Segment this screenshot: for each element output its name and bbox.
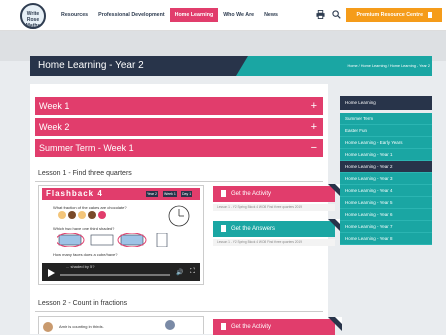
lesson-1-answers-subtitle: Lesson 1 - Y2 Spring Block 4 WO8 Find th… xyxy=(213,239,335,246)
activity-label: Get the Activity xyxy=(231,324,272,330)
page-title: Home Learning - Year 2 xyxy=(38,60,144,71)
sidebar-item-year-4[interactable]: Home Learning - Year 4 xyxy=(340,185,432,197)
tag-week: Week 1 xyxy=(163,191,177,197)
sidebar-heading[interactable]: Home Learning xyxy=(340,96,432,110)
answers-label: Get the Answers xyxy=(231,226,276,232)
lesson-1-title: Lesson 1 - Find three quarters xyxy=(38,170,132,177)
lesson-1-video[interactable]: Flashback 4 Year 2 Week 1 Day 1 What fra… xyxy=(38,185,204,285)
flashback-title: Flashback 4 xyxy=(46,189,103,198)
sidebar-item-year-3[interactable]: Home Learning - Year 3 xyxy=(340,173,432,185)
print-icon[interactable] xyxy=(316,10,325,19)
question-2: Which two have one third shaded? xyxy=(53,226,115,231)
tag-day: Day 1 xyxy=(181,191,193,197)
accordion-week-2[interactable]: Week 2 + xyxy=(35,118,323,136)
play-icon[interactable] xyxy=(46,268,56,278)
lesson-2-video[interactable]: Amir is counting in thirds. xyxy=(38,316,204,334)
breadcrumb[interactable]: Home / Home Learning / Home Learning - Y… xyxy=(347,56,430,76)
expand-icon: + xyxy=(310,121,317,133)
avatar xyxy=(43,322,53,332)
sidebar-item-easter-fun[interactable]: Easter Fun xyxy=(340,125,432,137)
main-content: Week 1 + Week 2 + Summer Term - Week 1 −… xyxy=(30,84,342,335)
nav-home-learning[interactable]: Home Learning xyxy=(169,8,219,22)
nav-who-we-are[interactable]: Who We Are xyxy=(218,8,259,22)
logo-line-3: Maths xyxy=(25,23,41,29)
shape-corner-icon xyxy=(328,317,342,331)
sidebar-item-summer-term[interactable]: Summer Term xyxy=(340,113,432,125)
fraction-shapes xyxy=(57,233,168,247)
lesson-2-get-activity-button[interactable]: Get the Activity xyxy=(213,319,335,335)
expand-icon: + xyxy=(310,100,317,112)
cakes-icon xyxy=(58,211,106,219)
character-icon xyxy=(165,320,175,330)
document-icon xyxy=(221,323,226,330)
flashback-header: Flashback 4 Year 2 Week 1 Day 1 xyxy=(42,188,200,200)
sidebar: Home Learning Summer Term Easter Fun Hom… xyxy=(340,96,432,245)
sidebar-item-year-8[interactable]: Home Learning - Year 8 xyxy=(340,233,432,245)
document-icon xyxy=(221,225,226,232)
lesson-2-thumb-text: Amir is counting in thirds. xyxy=(59,324,104,329)
lesson-1-activity-subtitle: Lesson 1 - Y2 Spring Block 4 WO8 Find th… xyxy=(213,204,335,211)
premium-resource-centre-button[interactable]: Premium Resource Centre xyxy=(346,8,442,22)
sidebar-item-year-5[interactable]: Home Learning - Year 5 xyxy=(340,197,432,209)
accordion-label: Week 2 xyxy=(39,122,70,132)
fullscreen-icon[interactable]: ⛶ xyxy=(190,268,195,276)
volume-icon[interactable]: 🔊 xyxy=(176,269,183,276)
divider xyxy=(35,311,323,312)
white-rose-maths-logo[interactable]: Write Rose Maths xyxy=(20,3,46,29)
divider xyxy=(35,181,323,182)
video-controls: ... shaded by 5? 🔊 ⛶ xyxy=(42,263,200,281)
accordion-summer-term-week-1[interactable]: Summer Term - Week 1 − xyxy=(35,139,323,157)
sidebar-item-year-7[interactable]: Home Learning - Year 7 xyxy=(340,221,432,233)
question-4: ... shaded by 5? xyxy=(66,264,95,269)
collapse-icon: − xyxy=(310,142,317,154)
nav-news[interactable]: News xyxy=(259,8,283,22)
accordion-week-1[interactable]: Week 1 + xyxy=(35,97,323,115)
accordion-label: Summer Term - Week 1 xyxy=(39,143,134,153)
document-icon xyxy=(427,11,432,18)
premium-label: Premium Resource Centre xyxy=(356,12,424,18)
clock-icon xyxy=(168,205,190,227)
accordion-label: Week 1 xyxy=(39,101,70,111)
nav-resources[interactable]: Resources xyxy=(56,8,93,22)
sidebar-item-early-years[interactable]: Home Learning - Early Years xyxy=(340,137,432,149)
sidebar-item-year-2[interactable]: Home Learning - Year 2 xyxy=(340,161,432,173)
activity-label: Get the Activity xyxy=(231,191,272,197)
question-3: How many faces does a cube/have? xyxy=(53,252,118,257)
tag-year: Year 2 xyxy=(146,191,158,197)
sidebar-item-year-1[interactable]: Home Learning - Year 1 xyxy=(340,149,432,161)
lesson-1-get-answers-button[interactable]: Get the Answers xyxy=(213,221,335,237)
lesson-2-title: Lesson 2 - Count in fractions xyxy=(38,300,128,307)
lesson-1-get-activity-button[interactable]: Get the Activity xyxy=(213,186,335,202)
progress-bar[interactable] xyxy=(60,274,170,276)
top-navigation-bar: Write Rose Maths Resources Professional … xyxy=(0,0,446,31)
sidebar-item-year-6[interactable]: Home Learning - Year 6 xyxy=(340,209,432,221)
main-nav: Resources Professional Development Home … xyxy=(56,0,283,30)
search-icon[interactable] xyxy=(332,10,341,19)
nav-professional-development[interactable]: Professional Development xyxy=(93,8,170,22)
document-icon xyxy=(221,190,226,197)
